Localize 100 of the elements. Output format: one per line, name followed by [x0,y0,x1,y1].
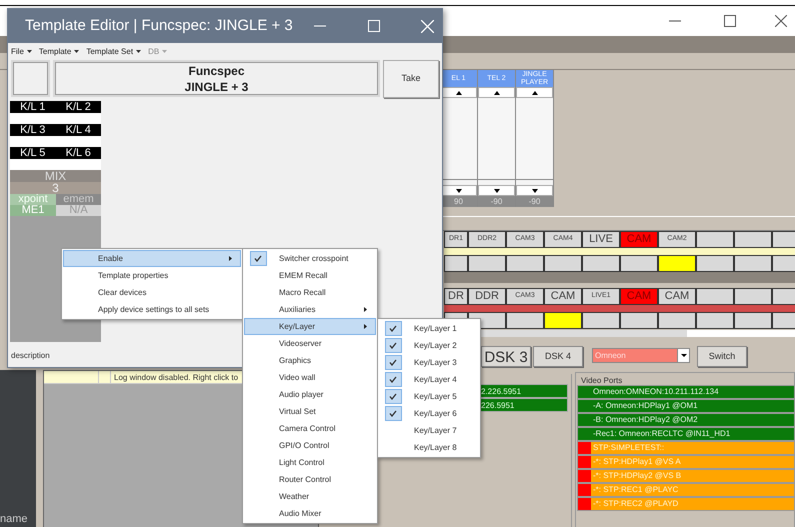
menu-item[interactable]: GPI/O Control [244,437,376,454]
menu-item[interactable]: Template Set [86,46,142,58]
fader-up-button[interactable] [440,87,477,98]
take-button[interactable]: Take [383,60,439,98]
fader-down-button[interactable] [440,185,477,196]
tally-button[interactable] [734,312,772,329]
caret-icon [26,50,32,53]
submenu-arrow-icon [364,307,367,312]
menu-item[interactable]: Camera Control [244,420,376,437]
video-port-row[interactable]: -B: Omneon:HDPlay2 @OM2 [577,413,795,427]
source-button[interactable] [734,231,772,248]
tally-button[interactable] [444,255,468,272]
source-button[interactable] [734,288,772,305]
menu-item[interactable]: Enable [63,250,241,267]
menu-item[interactable]: Weather [244,488,376,505]
emem-value: N/A [56,205,101,216]
up-arrow-icon [494,90,500,94]
dsk-button[interactable]: DSK 3 [481,346,531,367]
menu-item[interactable]: Key/Layer 3 [379,354,479,371]
menu-item[interactable]: Key/Layer 2 [379,337,479,354]
tick-icon [389,359,397,366]
level-reading: -90 [478,196,515,207]
caret-icon [136,50,142,53]
menu-item[interactable]: Key/Layer 1 [379,320,479,337]
tally-button[interactable] [620,255,658,272]
up-arrow-icon [532,90,538,94]
keyer-label: K/L 3 [19,124,46,136]
video-port-row[interactable]: Omneon:OMNEON:10.211.112.134 [577,385,795,399]
tick-icon [389,410,397,417]
video-port-row[interactable]: -A: Omneon:HDPlay1 @OM1 [577,399,795,413]
level-reading: -90 [516,196,553,207]
source-button[interactable] [696,231,734,248]
tally-button[interactable] [582,312,620,329]
fader-down-button[interactable] [478,185,515,196]
tick-icon [389,393,397,400]
source-button[interactable]: DDR [468,288,506,305]
video-port-row[interactable]: -Rec1: Omneon:RECLTC @IN11_HD1 [577,427,795,441]
menu-item[interactable]: Router Control [244,471,376,488]
menu-item[interactable]: Audio Mixer [244,505,376,522]
menu-item[interactable]: Auxiliaries [244,301,376,318]
log-message: Log window disabled. Right click to [113,372,238,383]
menu-item[interactable]: Graphics [244,352,376,369]
menu-item[interactable]: Template [38,46,80,58]
minimize-icon [314,25,326,27]
tally-button[interactable] [658,255,696,272]
menu-item[interactable]: Clear devices [63,284,241,301]
menu-item[interactable]: EMEM Recall [244,267,376,284]
source-button[interactable]: CAM [544,288,582,305]
keyer-label: K/L 6 [64,147,92,159]
tally-button[interactable] [734,255,772,272]
tally-button[interactable] [506,312,544,329]
menu-item[interactable]: File [11,46,32,58]
down-arrow-icon [532,188,538,192]
source-button[interactable] [696,288,734,305]
source-button[interactable]: LIVE [582,231,620,248]
submenu-arrow-icon [364,324,367,329]
dropdown-button[interactable] [677,349,689,362]
minimize-icon [669,20,681,22]
type-label: xpoint [10,194,56,205]
tick-icon [389,376,397,383]
maximize-icon [368,20,380,32]
fader-down-button[interactable] [516,185,553,196]
menu-item[interactable]: Virtual Set [244,403,376,420]
mix-number: 3 [10,182,101,194]
dropdown-value: Omneon [595,350,626,362]
tally-button[interactable] [696,255,734,272]
menu-item[interactable]: Videoserver [244,335,376,352]
menu-item[interactable]: Key/Layer 8 [379,439,479,456]
caret-icon [680,354,686,357]
menu-item[interactable]: Switcher crosspoint [244,250,376,267]
tick-icon [389,325,397,332]
tick-icon [254,255,262,262]
fader-up-button[interactable] [516,87,553,98]
menu-item[interactable]: Template properties [63,267,241,284]
tally-button[interactable] [620,312,658,329]
fader-up-button[interactable] [478,87,515,98]
submenu-arrow-icon [229,256,232,261]
tally-button[interactable] [696,312,734,329]
mix-label: MIX [10,170,101,182]
tally-button[interactable] [544,255,582,272]
menu-item[interactable]: Key/Layer 7 [379,422,479,439]
funcspec-text: JINGLE + 3 [184,78,248,94]
menu-item[interactable]: Key/Layer [244,318,376,335]
switch-button[interactable]: Switch [697,346,747,367]
menu-item[interactable]: Light Control [244,454,376,471]
tally-button[interactable] [544,312,582,329]
funcspec-text: Funcspec [188,62,244,78]
menu-item[interactable]: Video wall [244,369,376,386]
tally-button[interactable] [506,255,544,272]
menu-item[interactable]: Audio player [244,386,376,403]
tally-button[interactable] [582,255,620,272]
source-button[interactable]: DR [444,288,468,305]
keyer-label: K/L 4 [64,124,92,136]
menu-item[interactable]: Apply device settings to all sets [63,301,241,318]
menu-item[interactable]: Macro Recall [244,284,376,301]
tally-button[interactable] [468,255,506,272]
tally-button[interactable] [658,312,696,329]
source-button[interactable]: CAM [658,288,696,305]
bus-label: ME1 [10,205,56,216]
dsk-button[interactable]: DSK 4 [533,346,583,367]
